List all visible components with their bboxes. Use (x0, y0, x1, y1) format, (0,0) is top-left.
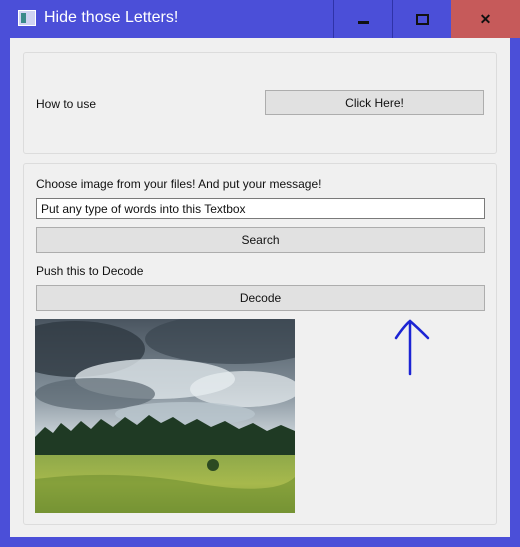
help-groupbox: How to use Click Here! (23, 52, 497, 154)
landscape-photo (35, 319, 295, 513)
instruction-label: Choose image from your files! And put yo… (36, 177, 322, 191)
minimize-icon (357, 20, 369, 24)
click-here-button[interactable]: Click Here! (265, 90, 484, 115)
message-textbox[interactable] (36, 198, 485, 219)
search-button[interactable]: Search (36, 227, 485, 253)
hand-drawn-up-arrow-icon (394, 319, 430, 376)
client-area: How to use Click Here! Choose image from… (10, 38, 510, 537)
close-icon: ✕ (479, 10, 492, 27)
minimize-button[interactable] (333, 0, 392, 38)
window-title: Hide those Letters! (44, 9, 179, 26)
title-bar[interactable]: Hide those Letters! ✕ (0, 0, 520, 38)
close-button[interactable]: ✕ (451, 0, 520, 38)
app-window-icon (18, 10, 36, 26)
maximize-icon (415, 13, 429, 25)
how-to-use-label: How to use (36, 97, 97, 111)
decode-button[interactable]: Decode (36, 285, 485, 311)
maximize-button[interactable] (392, 0, 451, 38)
image-preview (35, 319, 295, 513)
decode-instruction-label: Push this to Decode (36, 264, 144, 278)
app-window: Hide those Letters! ✕ How to use Click H… (0, 0, 520, 547)
